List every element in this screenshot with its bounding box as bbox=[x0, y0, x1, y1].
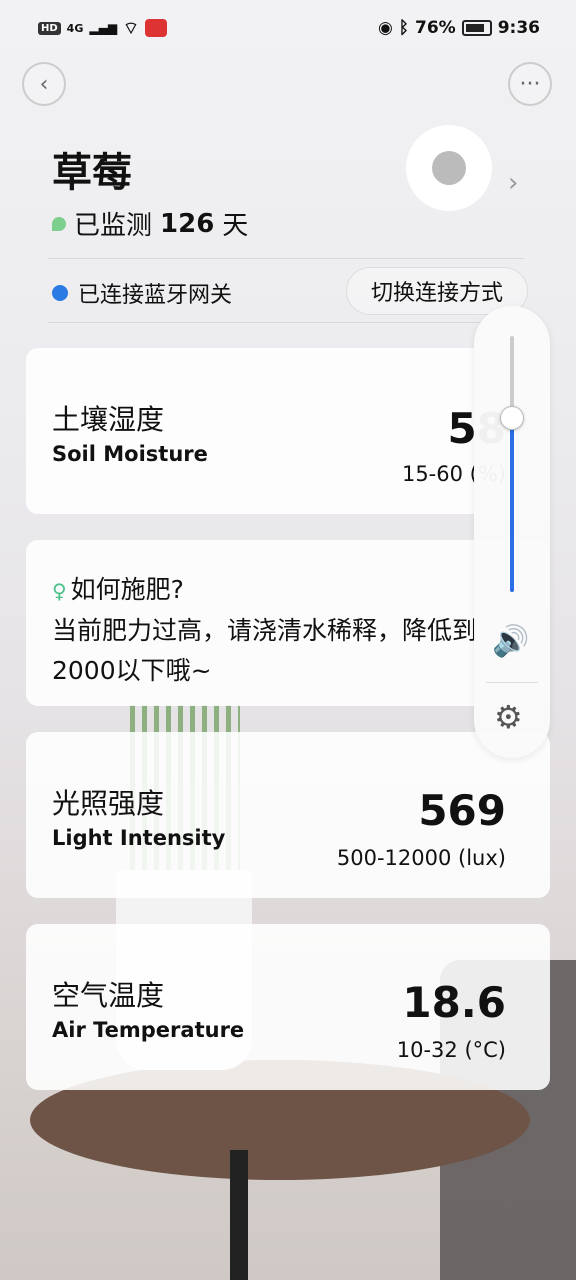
monitored-prefix: 已监测 bbox=[74, 211, 153, 241]
back-button[interactable]: ‹ bbox=[22, 62, 66, 106]
app-badge-icon bbox=[145, 19, 168, 37]
volume-fill bbox=[510, 417, 514, 592]
more-icon: ··· bbox=[519, 71, 541, 97]
divider bbox=[48, 258, 524, 259]
leaf-icon bbox=[52, 216, 66, 231]
light-range: 500-12000 (lux) bbox=[336, 846, 506, 870]
volume-panel: 🔊 ⚙ bbox=[474, 306, 550, 758]
plant-avatar[interactable] bbox=[406, 125, 492, 211]
monitored-count: 126 bbox=[160, 208, 215, 239]
clock: 9:36 bbox=[497, 18, 540, 38]
status-bar: HD 4G ▂▄▆ ⌔ ◉ ᛒ 76% 9:36 bbox=[0, 0, 576, 56]
divider bbox=[48, 322, 524, 323]
bluetooth-icon bbox=[52, 285, 68, 301]
chevron-right-icon[interactable]: › bbox=[508, 168, 518, 198]
days-unit: 天 bbox=[222, 211, 249, 241]
fertilizer-tip-card[interactable]: ♀ 如何施肥? 当前肥力过高，请浇清水稀释，降低到2000以下哦~ bbox=[26, 540, 550, 706]
battery-percent: 76% bbox=[415, 18, 456, 38]
lightbulb-icon: ♀ bbox=[52, 579, 67, 603]
network-label: 4G bbox=[66, 21, 84, 35]
air-cn-label: 空气温度 bbox=[52, 979, 165, 1012]
battery-icon bbox=[461, 20, 492, 36]
table-leg bbox=[230, 1150, 248, 1280]
light-cn-label: 光照强度 bbox=[52, 787, 165, 820]
signal-icon: ▂▄▆ bbox=[89, 21, 118, 35]
volume-slider-handle[interactable] bbox=[500, 405, 524, 430]
air-value: 18.6 bbox=[402, 978, 506, 1027]
connection-status: 已连接蓝牙网关 bbox=[52, 277, 232, 309]
soil-moisture-card[interactable]: 土壤湿度 Soil Moisture 58 15-60 (%) bbox=[26, 348, 550, 514]
plant-name: 草莓 bbox=[52, 150, 132, 196]
light-en-label: Light Intensity bbox=[52, 826, 226, 850]
soil-en-label: Soil Moisture bbox=[52, 442, 208, 466]
soil-cn-label: 土壤湿度 bbox=[52, 403, 165, 436]
light-intensity-card[interactable]: 光照强度 Light Intensity 569 500-12000 (lux) bbox=[26, 732, 550, 898]
plant-avatar-icon bbox=[432, 151, 466, 185]
wifi-icon: ⌔ bbox=[123, 18, 140, 39]
more-button[interactable]: ··· bbox=[508, 62, 552, 106]
air-temperature-card[interactable]: 空气温度 Air Temperature 18.6 10-32 (°C) bbox=[26, 924, 550, 1090]
bluetooth-status-icon: ᛒ bbox=[398, 18, 409, 38]
gear-icon[interactable]: ⚙ bbox=[494, 698, 523, 736]
eye-icon: ◉ bbox=[377, 18, 393, 38]
tip-content: ♀ 如何施肥? 当前肥力过高，请浇清水稀释，降低到2000以下哦~ bbox=[52, 570, 524, 691]
divider bbox=[486, 682, 538, 683]
light-value: 569 bbox=[418, 786, 506, 835]
tip-title: 如何施肥? bbox=[70, 575, 184, 604]
tip-text: 当前肥力过高，请浇清水稀释，降低到2000以下哦~ bbox=[52, 616, 478, 685]
back-icon: ‹ bbox=[39, 71, 49, 97]
monitored-days: 已监测 126 天 bbox=[52, 205, 248, 242]
hd-badge: HD bbox=[38, 21, 61, 35]
air-range: 10-32 (°C) bbox=[396, 1038, 506, 1062]
air-en-label: Air Temperature bbox=[52, 1018, 245, 1042]
speaker-icon[interactable]: 🔊 bbox=[492, 624, 529, 659]
connection-label: 已连接蓝牙网关 bbox=[78, 283, 233, 308]
